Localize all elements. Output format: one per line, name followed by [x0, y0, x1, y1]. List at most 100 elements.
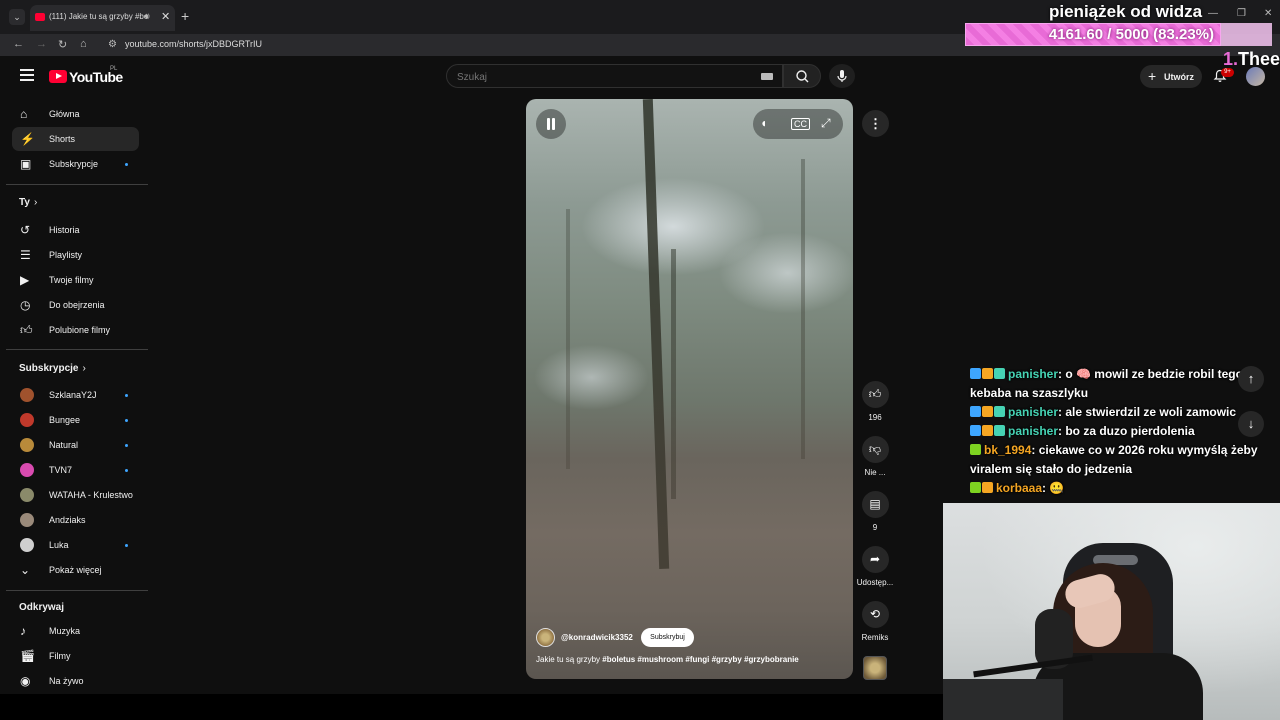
section-subscriptions-label: Subskrypcje: [19, 363, 79, 374]
chat-message: bk_1994: ciekawe co w 2026 roku wymyślą …: [970, 441, 1280, 479]
subscriptions-icon: ▣: [20, 157, 32, 171]
url-text[interactable]: youtube.com/shorts/jxDBDGRTrIU: [125, 39, 262, 49]
scroll-down-icon[interactable]: ↓: [1238, 411, 1264, 437]
dislike-label: Nie ...: [864, 468, 886, 477]
sidebar-item-twoje-filmy[interactable]: ▶ Twoje filmy: [12, 268, 139, 292]
sidebar-item-historia[interactable]: ↺ Historia: [12, 218, 139, 242]
history-icon: ↺: [20, 223, 31, 237]
sidebar-item-andziaks[interactable]: Andziaks: [12, 508, 139, 532]
sidebar-item-tvn7[interactable]: TVN7: [12, 458, 139, 482]
chat-badge-icon: [994, 368, 1005, 379]
sidebar-item-label: Historia: [49, 225, 80, 235]
sidebar-item-g-wna[interactable]: ⌂ Główna: [12, 102, 139, 126]
section-you[interactable]: Ty ›: [19, 197, 37, 208]
forward-icon[interactable]: →: [36, 38, 47, 50]
reload-icon[interactable]: ↻: [58, 38, 67, 51]
remix-icon[interactable]: ⟲: [861, 601, 889, 628]
share-icon[interactable]: ➦: [861, 546, 889, 573]
volume-icon[interactable]: ◖: [760, 116, 767, 130]
description-hashtags[interactable]: #boletus #mushroom #fungi #grzyby #grzyb…: [602, 655, 798, 664]
maximize-icon[interactable]: ❐: [1237, 8, 1246, 19]
home-page-icon[interactable]: ⌂: [80, 38, 87, 50]
chat-username[interactable]: panisher: [1008, 367, 1058, 381]
stream-chat: panisher: o 🧠 mowil ze bedzie robil tego…: [970, 365, 1280, 498]
minimize-icon[interactable]: —: [1208, 8, 1218, 19]
sidebar-item-subskrypcje[interactable]: ▣ Subskrypcje: [12, 152, 139, 176]
back-icon[interactable]: ←: [13, 38, 24, 50]
sidebar-item-do-obejrzenia[interactable]: ◷ Do obejrzenia: [12, 293, 139, 317]
top-donor-rank: 1.: [1223, 49, 1239, 69]
create-button[interactable]: + Utwórz: [1140, 65, 1202, 88]
shorts-icon: ⚡: [20, 132, 35, 146]
chat-message: korbaaa: 🤐: [970, 479, 1280, 498]
scroll-up-icon[interactable]: ↑: [1238, 366, 1264, 392]
chat-username[interactable]: panisher: [1008, 424, 1058, 438]
youtube-play-icon: [49, 70, 67, 83]
chat-message: panisher: bo za duzo pierdolenia: [970, 422, 1280, 441]
section-you-label: Ty: [19, 197, 30, 208]
voice-search-button[interactable]: [829, 64, 855, 88]
chat-username[interactable]: bk_1994: [984, 443, 1031, 457]
sidebar-divider: [6, 590, 148, 591]
logo-region: PL: [110, 66, 118, 72]
tab-search-button[interactable]: ⌄: [9, 9, 25, 25]
sidebar-item-na-ywo[interactable]: ◉ Na żywo: [12, 669, 139, 693]
comment-icon[interactable]: ▤: [861, 491, 889, 518]
search-button[interactable]: [783, 64, 821, 88]
sidebar-item-label: Pokaż więcej: [49, 565, 102, 575]
new-tab-button[interactable]: +: [181, 8, 189, 24]
shorts-video-player[interactable]: [526, 99, 853, 679]
sidebar-item-label: Natural: [49, 440, 79, 450]
browser-tab[interactable]: (111) Jakie tu są grzyby #bo 🔊︎ ✕: [30, 5, 175, 31]
video-description[interactable]: Jakie tu są grzyby #boletus #mushroom #f…: [536, 655, 799, 664]
window-close-icon[interactable]: ✕: [1264, 8, 1272, 19]
more-options-button[interactable]: ⋮: [862, 110, 889, 137]
chat-badge-icon: [970, 482, 981, 493]
sidebar-item-wataha-krulestwo[interactable]: WATAHA - Krulestwo: [12, 483, 139, 507]
keyboard-icon[interactable]: [761, 73, 773, 80]
sidebar-item-label: SzklanaY2J: [49, 390, 97, 400]
sidebar-item-muzyka[interactable]: ♪ Muzyka: [12, 619, 139, 643]
search-box[interactable]: [446, 64, 783, 88]
site-info-icon[interactable]: ⚙: [108, 39, 117, 50]
watch-later-icon: ◷: [20, 298, 31, 312]
sidebar-item-luka[interactable]: Luka: [12, 533, 139, 557]
speaker-icon[interactable]: 🔊︎: [144, 11, 150, 22]
search-input[interactable]: [457, 69, 747, 85]
chat-username[interactable]: korbaaa: [996, 481, 1042, 495]
sidebar-item-show-more[interactable]: ⌄ Pokaż więcej: [12, 558, 139, 582]
captions-icon[interactable]: CC: [791, 118, 810, 130]
menu-icon[interactable]: [20, 69, 34, 81]
audio-thumbnail[interactable]: [863, 656, 887, 680]
sidebar-item-natural[interactable]: Natural: [12, 433, 139, 457]
sidebar-item-shorts[interactable]: ⚡ Shorts: [12, 127, 139, 151]
section-subscriptions[interactable]: Subskrypcje ›: [19, 363, 86, 374]
subscribe-button[interactable]: Subskrybuj: [641, 628, 694, 647]
sidebar-item-filmy[interactable]: 🎬︎ Filmy: [12, 644, 139, 668]
tab-close-icon[interactable]: ✕: [161, 10, 170, 23]
chat-text: : 🤐: [1042, 481, 1065, 495]
sidebar-item-playlisty[interactable]: ☰ Playlisty: [12, 243, 139, 267]
thumbs-down-icon[interactable]: 👎︎: [861, 436, 889, 463]
fullscreen-icon[interactable]: ⤢: [821, 116, 831, 131]
remix-action: ⟲ Remiks: [861, 601, 889, 642]
chevron-right-icon: ›: [82, 363, 86, 374]
sidebar-item-szklanay2j[interactable]: SzklanaY2J: [12, 383, 139, 407]
pause-button[interactable]: [536, 109, 566, 139]
chat-badge-icon: [982, 368, 993, 379]
thumbs-up-icon[interactable]: 👍︎: [861, 381, 889, 408]
channel-name[interactable]: @konradwicik3352: [561, 633, 633, 642]
chat-text: : bo za duzo pierdolenia: [1058, 424, 1195, 438]
tab-title: (111) Jakie tu są grzyby #bo: [49, 12, 149, 21]
home-icon: ⌂: [20, 107, 28, 121]
sidebar-item-polubione-filmy[interactable]: 👍︎ Polubione filmy: [12, 318, 139, 342]
channel-avatar[interactable]: [536, 628, 555, 647]
sidebar-item-label: WATAHA - Krulestwo: [49, 490, 133, 500]
webcam-feed: [943, 503, 1280, 720]
sidebar-item-bungee[interactable]: Bungee: [12, 408, 139, 432]
sidebar-item-label: Bungee: [49, 415, 81, 425]
section-explore-label: Odkrywaj: [19, 602, 65, 613]
chat-username[interactable]: panisher: [1008, 405, 1058, 419]
new-content-dot: [125, 544, 128, 547]
top-donor-name: Theel: [1238, 49, 1280, 69]
